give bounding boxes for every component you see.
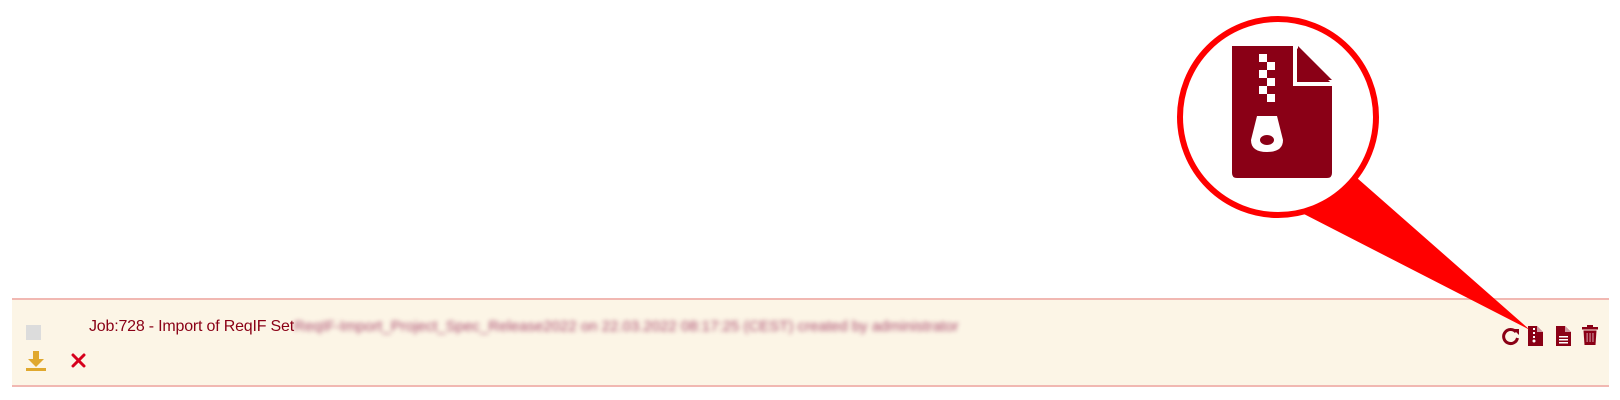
job-row: Job:728 - Import of ReqIF Set ReqIF-Impo…: [12, 298, 1609, 387]
download-icon[interactable]: [26, 350, 46, 372]
log-file-icon[interactable]: [1556, 326, 1571, 346]
job-title: Job:728 - Import of ReqIF Set: [89, 318, 294, 335]
zip-file-icon[interactable]: [1528, 326, 1543, 346]
close-icon[interactable]: [71, 353, 86, 368]
trash-icon[interactable]: [1582, 325, 1598, 345]
job-details-blurred: ReqIF-Import_Project_Spec_Release2022 on…: [294, 318, 959, 335]
row-checkbox[interactable]: [26, 325, 41, 340]
page: Job:728 - Import of ReqIF Set ReqIF-Impo…: [0, 0, 1620, 400]
callout-circle: [1177, 16, 1379, 218]
zip-file-icon: [1232, 46, 1332, 178]
reload-icon[interactable]: [1502, 327, 1520, 347]
